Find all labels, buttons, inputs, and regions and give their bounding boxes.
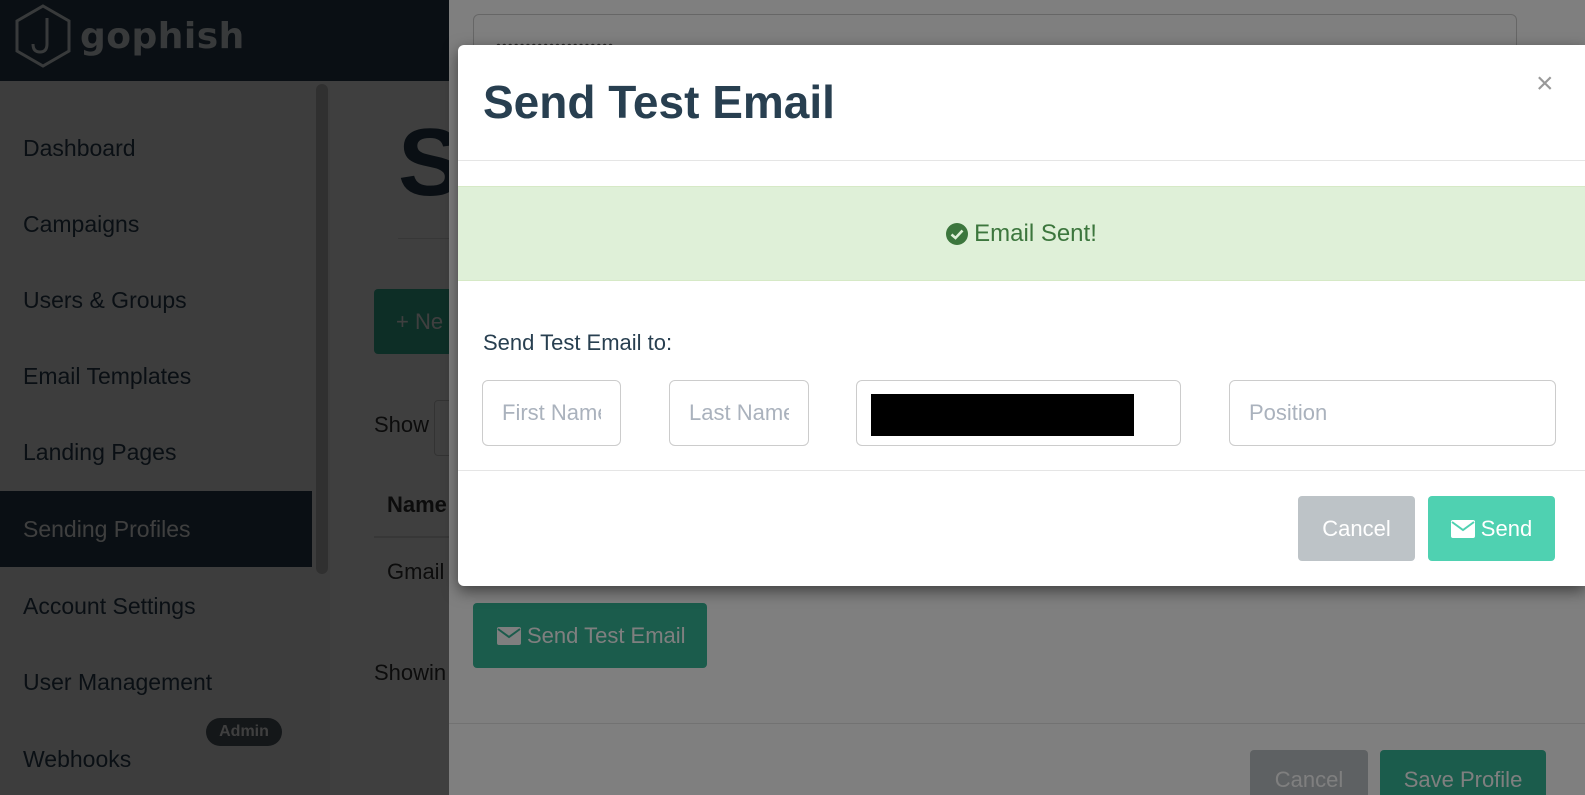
redacted-email (871, 394, 1134, 436)
position-input[interactable] (1229, 380, 1556, 446)
send-label: Send (1480, 515, 1533, 541)
envelope-icon (1450, 519, 1475, 538)
success-alert: Email Sent! (458, 186, 1585, 281)
send-test-email-modal: Send Test Email × Email Sent! Send Test … (458, 45, 1585, 586)
cancel-button[interactable]: Cancel (1298, 496, 1415, 561)
modal-header-divider (458, 160, 1585, 161)
first-name-input[interactable] (482, 380, 621, 446)
alert-text: Email Sent! (974, 219, 1097, 247)
close-icon[interactable]: × (1536, 67, 1554, 101)
send-to-label: Send Test Email to: (483, 330, 673, 355)
check-circle-icon (946, 222, 969, 245)
last-name-input[interactable] (669, 380, 809, 446)
send-button[interactable]: Send (1428, 496, 1555, 561)
modal-footer-divider (458, 470, 1585, 471)
modal-title: Send Test Email (483, 76, 835, 128)
